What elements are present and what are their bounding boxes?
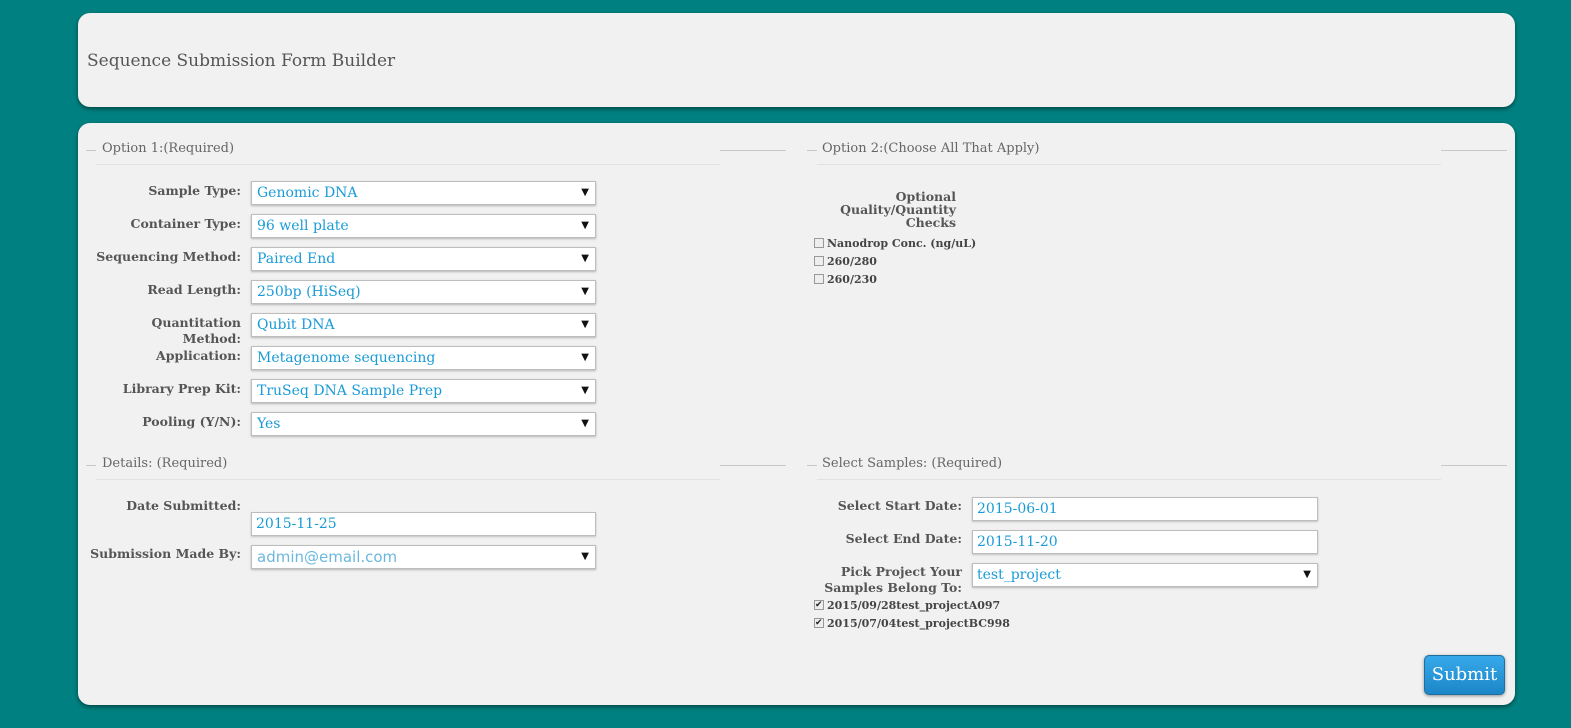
submit-button[interactable]: Submit [1424,655,1505,695]
pooling-label: Pooling (Y/N): [142,414,241,429]
chevron-down-icon: ▼ [581,418,589,429]
submission-made-by-value: admin@email.com [257,548,398,566]
container-type-value: 96 well plate [257,218,349,234]
date-submitted-input[interactable]: 2015-11-25 [251,512,596,536]
start-date-input[interactable]: 2015-06-01 [972,497,1318,521]
chevron-down-icon: ▼ [581,220,589,231]
end-date-input[interactable]: 2015-11-20 [972,530,1318,554]
sample-item[interactable]: 2015/07/04test_projectBC998 [814,616,1010,631]
ratio-260-280-label: 260/280 [827,255,877,268]
ratio-260-230-checkbox[interactable] [814,274,824,284]
sample-checkbox[interactable] [814,598,824,612]
option1-legend: Option 1:(Required) [100,141,237,156]
end-date-label: Select End Date: [845,531,962,546]
sample-item[interactable]: 2015/09/28test_projectA097 [814,598,1001,613]
option1-fieldset: Option 1:(Required) [86,141,786,165]
date-submitted-label: Date Submitted: [126,498,241,513]
container-type-select[interactable]: 96 well plate ▼ [251,214,596,238]
details-fieldset: Details: (Required) [86,456,786,480]
pooling-value: Yes [257,416,281,432]
chevron-down-icon: ▼ [581,352,589,363]
optional-checks-heading: Optional Quality/Quantity Checks [840,189,956,230]
check-260-280[interactable]: 260/280 [814,255,877,269]
chevron-down-icon: ▼ [581,551,589,562]
sample-type-value: Genomic DNA [257,185,358,201]
check-nanodrop[interactable]: Nanodrop Conc. (ng/uL) [814,237,976,251]
quantitation-method-select[interactable]: Qubit DNA ▼ [251,313,596,337]
pooling-select[interactable]: Yes ▼ [251,412,596,436]
container-type-label: Container Type: [130,216,241,231]
submission-made-by-select[interactable]: admin@email.com ▼ [251,545,596,569]
library-prep-kit-value: TruSeq DNA Sample Prep [257,383,443,399]
sample-checkbox[interactable] [814,616,824,630]
page-title: Sequence Submission Form Builder [87,51,396,71]
ratio-260-280-checkbox[interactable] [814,256,824,266]
library-prep-kit-select[interactable]: TruSeq DNA Sample Prep ▼ [251,379,596,403]
chevron-down-icon: ▼ [581,286,589,297]
library-prep-kit-label: Library Prep Kit: [122,381,241,396]
option2-legend: Option 2:(Choose All That Apply) [820,141,1042,156]
nanodrop-label: Nanodrop Conc. (ng/uL) [827,237,977,250]
sample-type-select[interactable]: Genomic DNA ▼ [251,181,596,205]
submission-made-by-label: Submission Made By: [90,546,241,561]
samples-legend: Select Samples: (Required) [820,456,1005,471]
sequencing-method-label: Sequencing Method: [96,249,241,264]
sequencing-method-select[interactable]: Paired End ▼ [251,247,596,271]
chevron-down-icon: ▼ [581,187,589,198]
ratio-260-230-label: 260/230 [827,273,877,286]
project-value: test_project [977,567,1061,583]
chevron-down-icon: ▼ [581,253,589,264]
application-select[interactable]: Metagenome sequencing ▼ [251,346,596,370]
sequencing-method-value: Paired End [257,251,336,267]
quantitation-method-label: Quantitation Method: [151,315,241,346]
read-length-select[interactable]: 250bp (HiSeq) ▼ [251,280,596,304]
sample-type-label: Sample Type: [148,183,241,198]
details-legend: Details: (Required) [100,456,230,471]
nanodrop-checkbox[interactable] [814,238,824,248]
chevron-down-icon: ▼ [1303,569,1311,580]
start-date-label: Select Start Date: [837,498,962,513]
header-panel: Sequence Submission Form Builder [78,13,1515,107]
read-length-value: 250bp (HiSeq) [257,284,361,300]
option2-fieldset: Option 2:(Choose All That Apply) [807,141,1507,165]
sample-label: 2015/09/28test_projectA097 [827,599,1001,612]
read-length-label: Read Length: [147,282,241,297]
application-value: Metagenome sequencing [257,350,436,366]
check-260-230[interactable]: 260/230 [814,273,877,287]
project-select[interactable]: test_project ▼ [972,563,1318,587]
quantitation-method-value: Qubit DNA [257,317,335,333]
chevron-down-icon: ▼ [581,319,589,330]
application-label: Application: [156,348,241,363]
sample-label: 2015/07/04test_projectBC998 [827,617,1010,630]
chevron-down-icon: ▼ [581,385,589,396]
samples-fieldset: Select Samples: (Required) [807,456,1507,480]
pick-project-label: Pick Project Your Samples Belong To: [824,564,962,595]
